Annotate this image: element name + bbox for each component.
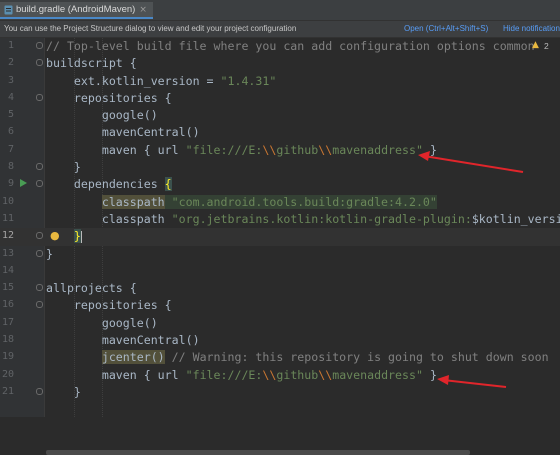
notification-bar: You can use the Project Structure dialog…	[0, 21, 560, 38]
red-arrow-icon	[418, 151, 524, 173]
tab-build-gradle[interactable]: build.gradle (AndroidMaven) ×	[0, 2, 153, 19]
close-icon[interactable]: ×	[139, 5, 147, 15]
hide-notification-link[interactable]: Hide notification	[503, 24, 560, 33]
notification-text: You can use the Project Structure dialog…	[4, 24, 297, 33]
tab-label: build.gradle (AndroidMaven)	[16, 4, 136, 15]
gradle-file-icon	[4, 5, 13, 14]
open-project-structure-link[interactable]: Open (Ctrl+Alt+Shift+S)	[404, 24, 488, 33]
annotation-layer	[418, 151, 524, 388]
code-editor[interactable]: 1 // Top-level build file where you can …	[0, 38, 560, 455]
editor-tab-bar: build.gradle (AndroidMaven) ×	[0, 0, 560, 21]
red-arrow-icon	[437, 375, 507, 388]
horizontal-scrollbar[interactable]	[46, 450, 470, 455]
